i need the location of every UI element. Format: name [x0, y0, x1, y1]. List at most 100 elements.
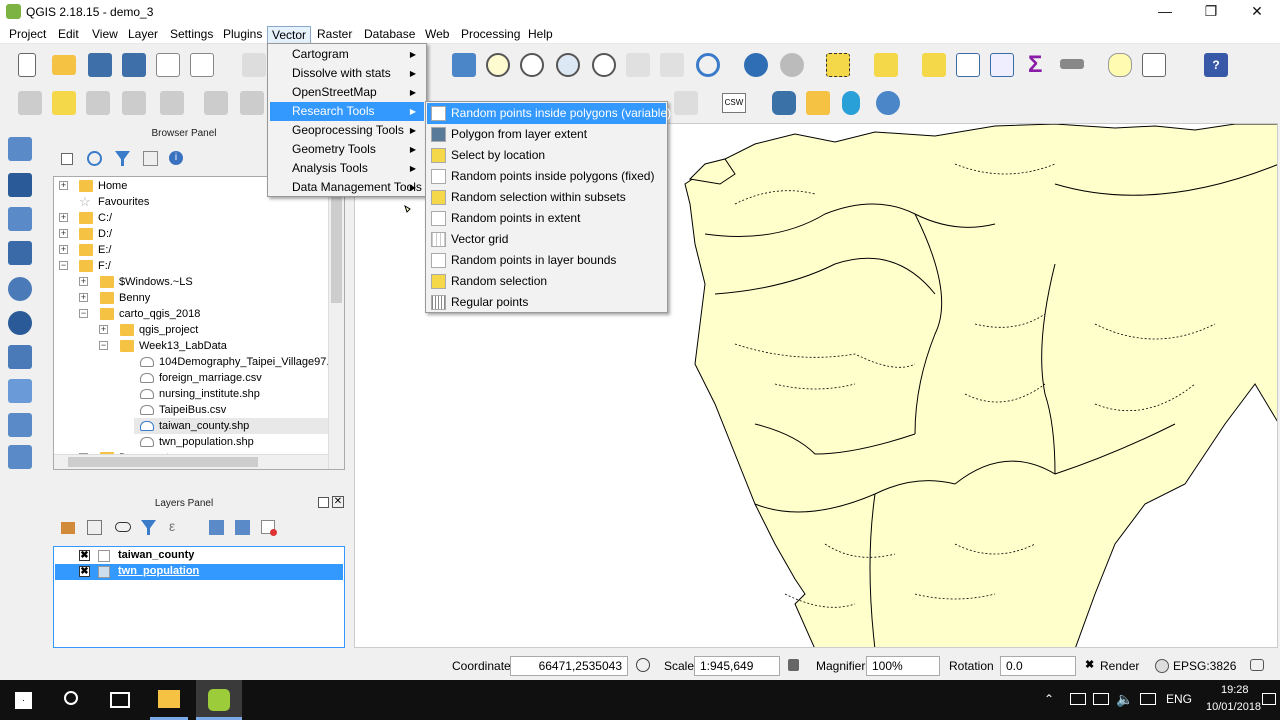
- text-annotation-icon[interactable]: [1142, 53, 1166, 77]
- menu-vector[interactable]: Vector: [267, 26, 312, 44]
- add-feature-icon[interactable]: [122, 91, 146, 115]
- composer-manager-icon[interactable]: [190, 53, 214, 77]
- menu-item-analysis[interactable]: Analysis Tools ▶: [270, 159, 424, 178]
- menu-project[interactable]: Project: [5, 26, 50, 44]
- menu-item-cartogram[interactable]: Cartogram ▶: [270, 45, 424, 64]
- pan-to-selection-icon[interactable]: [452, 53, 476, 77]
- menu-item-vector-grid[interactable]: Vector grid: [427, 229, 666, 250]
- select-features-icon[interactable]: [826, 53, 850, 77]
- menu-view[interactable]: View: [88, 26, 122, 44]
- layer-name[interactable]: taiwan_county: [118, 549, 194, 561]
- menu-item-random-points-bounds[interactable]: Random points in layer bounds: [427, 250, 666, 271]
- menu-item-random-selection-subsets[interactable]: Random selection within subsets: [427, 187, 666, 208]
- menu-database[interactable]: Database: [360, 26, 419, 44]
- tree-item-week13[interactable]: Week13_LabData: [139, 338, 227, 354]
- menu-item-polygon-from-extent[interactable]: Polygon from layer extent: [427, 124, 666, 145]
- add-postgis-layer-icon[interactable]: [8, 241, 32, 265]
- network-icon[interactable]: [1093, 693, 1109, 705]
- crs-globe-icon[interactable]: [1155, 659, 1169, 673]
- messages-icon[interactable]: [1250, 659, 1264, 671]
- vertical-scrollbar[interactable]: [328, 177, 344, 469]
- menu-item-select-by-location[interactable]: Select by location: [427, 145, 666, 166]
- action-center-icon[interactable]: [1262, 693, 1276, 705]
- horizontal-scrollbar[interactable]: [54, 454, 328, 469]
- zoom-in-icon[interactable]: [486, 53, 510, 77]
- visibility-icon[interactable]: [115, 522, 131, 532]
- tree-item-file[interactable]: twn_population.shp: [159, 434, 254, 450]
- tree-item-f-drive[interactable]: F:/: [98, 258, 111, 274]
- expand-qgis-project-icon[interactable]: +: [99, 325, 108, 334]
- scrollbar-thumb[interactable]: [331, 197, 342, 303]
- zoom-full-icon[interactable]: [556, 53, 580, 77]
- filter-browser-icon[interactable]: [115, 151, 130, 166]
- new-print-composer-icon[interactable]: [156, 53, 180, 77]
- clock-time[interactable]: 19:28: [1221, 684, 1249, 696]
- render-checkbox[interactable]: ✖: [1085, 660, 1096, 671]
- menu-item-osm[interactable]: OpenStreetMap ▶: [270, 83, 424, 102]
- help-icon[interactable]: ?: [1204, 53, 1228, 77]
- tree-item-d-drive[interactable]: D:/: [98, 226, 112, 242]
- save-as-icon[interactable]: [122, 53, 146, 77]
- tree-item-e-drive[interactable]: E:/: [98, 242, 111, 258]
- maximize-button[interactable]: ❐: [1188, 0, 1234, 24]
- collapse-all-icon[interactable]: [235, 520, 250, 535]
- tree-item-carto-qgis[interactable]: carto_qgis_2018: [119, 306, 200, 322]
- lock-scale-icon[interactable]: [788, 659, 799, 671]
- close-button[interactable]: ✕: [1234, 0, 1280, 24]
- menu-item-data-management[interactable]: Data Management Tools ▶: [270, 178, 424, 197]
- open-project-icon[interactable]: [52, 55, 76, 75]
- tree-item-home[interactable]: Home: [98, 178, 127, 194]
- new-virtual-layer-icon[interactable]: [8, 445, 32, 469]
- add-selected-layers-icon[interactable]: [61, 153, 73, 165]
- refresh-icon[interactable]: [696, 53, 720, 77]
- filter-legend-icon[interactable]: [141, 520, 156, 535]
- save-edits-icon[interactable]: [86, 91, 110, 115]
- refresh-browser-icon[interactable]: [87, 151, 102, 166]
- close-panel-icon[interactable]: ✕: [332, 496, 344, 508]
- tree-item-file[interactable]: taiwan_county.shp: [159, 418, 249, 434]
- deselect-features-icon[interactable]: [922, 53, 946, 77]
- new-project-icon[interactable]: [18, 53, 36, 77]
- collapse-week13-icon[interactable]: −: [99, 341, 108, 350]
- chevron-up-icon[interactable]: ⌃: [1044, 692, 1054, 706]
- tree-item-windows-ls[interactable]: $Windows.~LS: [119, 274, 193, 290]
- task-view-icon[interactable]: [110, 692, 130, 708]
- tree-item-file[interactable]: 104Demography_Taipei_Village97.sl: [159, 354, 337, 370]
- file-explorer-taskbar-icon[interactable]: [158, 690, 180, 708]
- tree-item-c-drive[interactable]: C:/: [98, 210, 112, 226]
- menu-item-geoprocessing[interactable]: Geoprocessing Tools ▶: [270, 121, 424, 140]
- properties-info-icon[interactable]: i: [169, 151, 183, 165]
- volume-icon[interactable]: 🔈: [1116, 691, 1133, 708]
- scrollbar-thumb[interactable]: [68, 457, 258, 467]
- csw-button[interactable]: CSW: [722, 93, 746, 113]
- layer-checkbox[interactable]: ✖: [79, 566, 90, 577]
- select-by-expression-icon[interactable]: [874, 53, 898, 77]
- zoom-out-icon[interactable]: [520, 53, 544, 77]
- magnifier-spinbox[interactable]: 100%: [866, 656, 940, 676]
- add-delimited-text-icon[interactable]: [8, 207, 32, 231]
- tree-item-file[interactable]: TaipeiBus.csv: [159, 402, 226, 418]
- attribute-table-icon[interactable]: [956, 53, 980, 77]
- toggle-extents-icon[interactable]: [636, 658, 650, 672]
- add-wcs-layer-icon[interactable]: [8, 311, 32, 335]
- delete-selected-icon[interactable]: [240, 91, 264, 115]
- node-tool-icon[interactable]: [204, 91, 228, 115]
- menu-item-random-points-fixed[interactable]: Random points inside polygons (fixed): [427, 166, 666, 187]
- measure-line-icon[interactable]: [1060, 59, 1084, 69]
- label-tool-icon[interactable]: [674, 91, 698, 115]
- expand-e-icon[interactable]: +: [59, 245, 68, 254]
- menu-item-random-points-extent[interactable]: Random points in extent: [427, 208, 666, 229]
- add-vector-layer-icon[interactable]: [8, 137, 32, 161]
- pan-map-icon[interactable]: [242, 53, 266, 77]
- search-icon[interactable]: [64, 691, 78, 705]
- current-edits-icon[interactable]: [18, 91, 42, 115]
- python-console-icon[interactable]: [772, 91, 796, 115]
- menu-settings[interactable]: Settings: [166, 26, 217, 44]
- identify-features-icon[interactable]: [744, 53, 768, 77]
- menu-help[interactable]: Help: [524, 26, 557, 44]
- collapse-carto-icon[interactable]: −: [79, 309, 88, 318]
- remove-layer-icon[interactable]: [261, 520, 277, 536]
- layer-styling-icon[interactable]: [61, 522, 75, 534]
- scale-combo[interactable]: 1:945,649: [694, 656, 780, 676]
- menu-layer[interactable]: Layer: [124, 26, 162, 44]
